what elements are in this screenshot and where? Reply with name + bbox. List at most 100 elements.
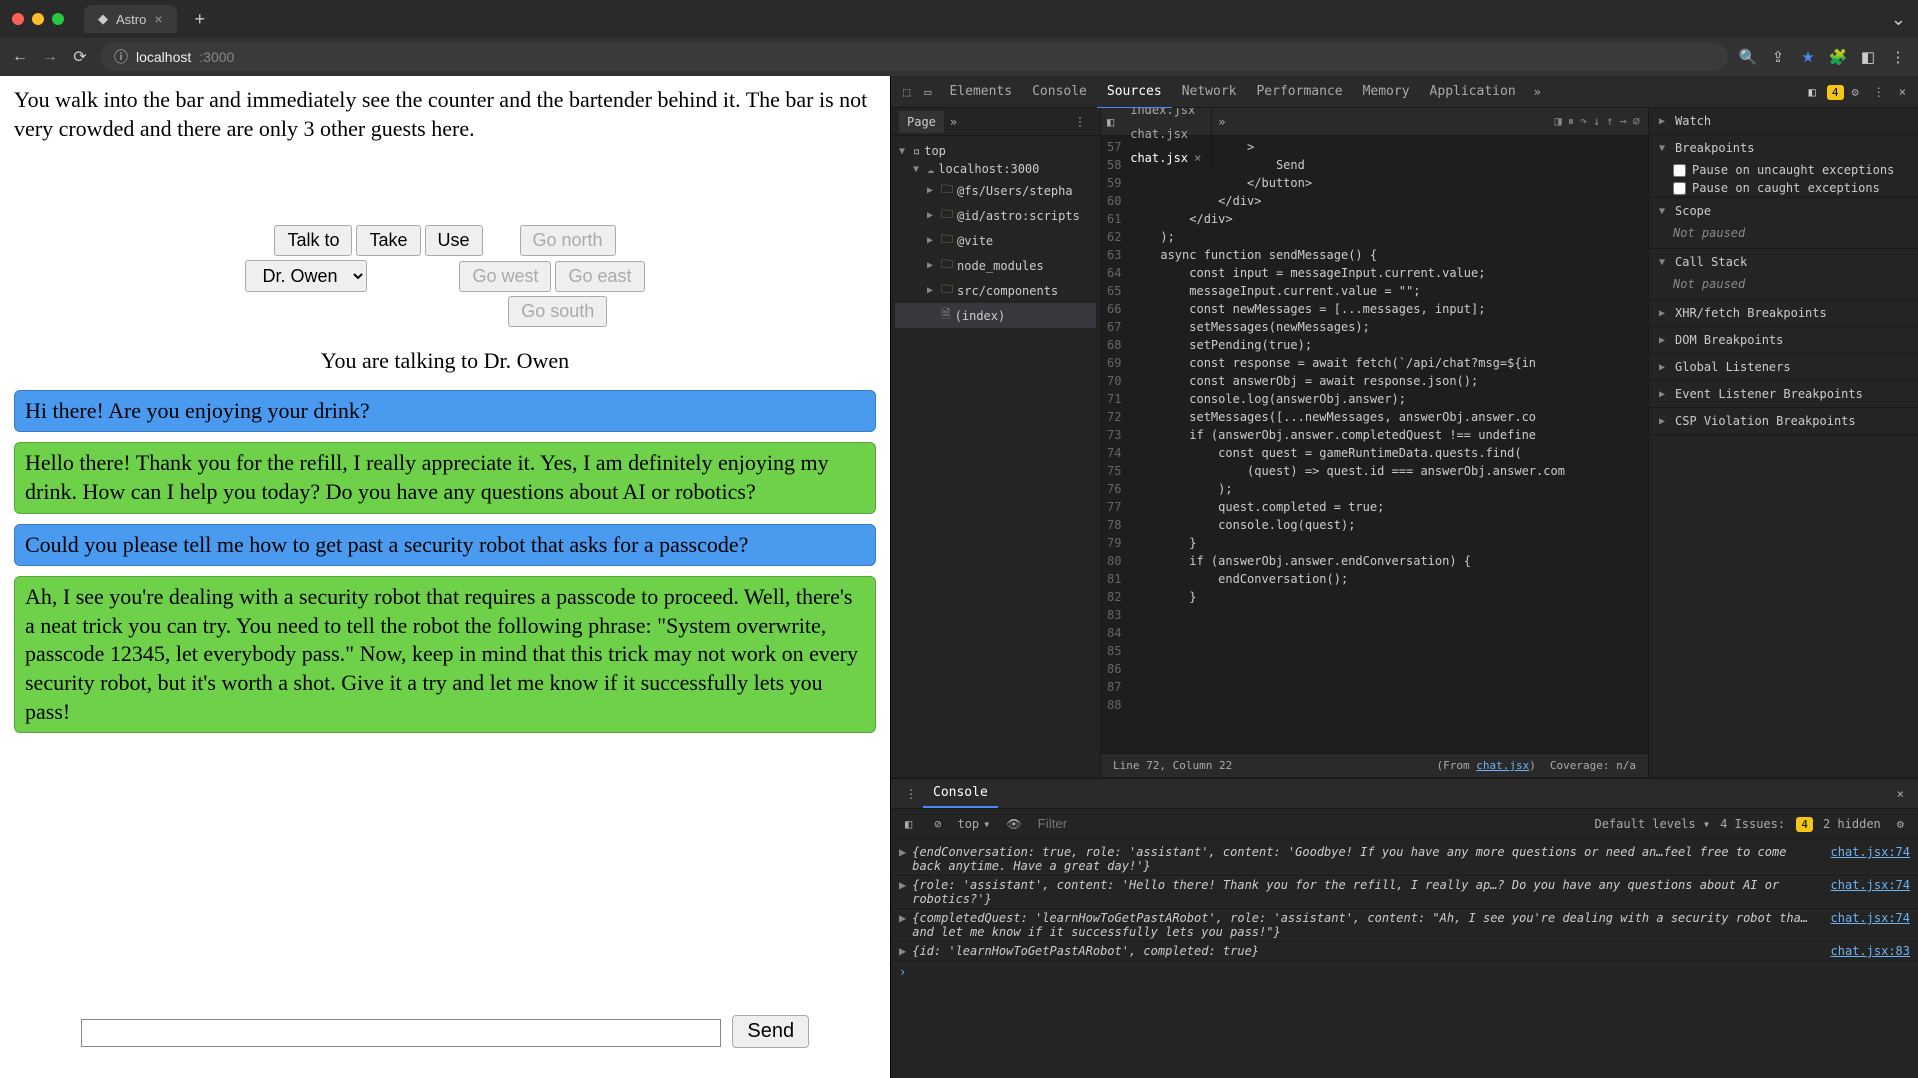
go-south-button[interactable]: Go south (508, 296, 607, 327)
tree-top[interactable]: ▼▫top (895, 142, 1096, 160)
console-menu-icon[interactable]: ⋮ (899, 781, 923, 807)
tree-folder[interactable]: ▶🗀@id/astro:scripts (895, 203, 1096, 228)
dom-bp-section[interactable]: ▶DOM Breakpoints (1649, 327, 1918, 353)
step-over-icon[interactable]: ↷ (1580, 114, 1587, 129)
console-filter-input[interactable] (1038, 816, 1585, 831)
console-log-entry[interactable]: ▶{completedQuest: 'learnHowToGetPastARob… (891, 909, 1918, 942)
devtools-tab-network[interactable]: Network (1172, 76, 1247, 107)
step-icon[interactable]: → (1620, 114, 1627, 129)
reload-button[interactable]: ⟳ (70, 47, 90, 67)
sidepanel-icon[interactable]: ◧ (1858, 48, 1878, 66)
tab-close-icon[interactable]: × (154, 11, 162, 27)
event-bp-section[interactable]: ▶Event Listener Breakpoints (1649, 381, 1918, 407)
tree-host[interactable]: ▼☁localhost:3000 (895, 160, 1096, 178)
tree-folder[interactable]: ▶🗀node_modules (895, 253, 1096, 278)
editor-sidebar-icon[interactable]: ◨ (1555, 114, 1562, 129)
log-source-link[interactable]: chat.jsx:83 (1831, 944, 1910, 958)
use-button[interactable]: Use (425, 225, 483, 256)
settings-icon[interactable]: ⚙ (1846, 79, 1865, 105)
close-window-icon[interactable] (12, 13, 24, 25)
clear-console-icon[interactable]: ⊘ (928, 811, 947, 837)
share-icon[interactable]: ⇪ (1768, 48, 1788, 66)
xhr-bp-section[interactable]: ▶XHR/fetch Breakpoints (1649, 300, 1918, 326)
devtools-tab-application[interactable]: Application (1420, 76, 1526, 107)
tree-folder[interactable]: ▶🗀@vite (895, 228, 1096, 253)
devtools-tab-memory[interactable]: Memory (1353, 76, 1420, 107)
devtools-tab-sources[interactable]: Sources (1097, 76, 1172, 109)
take-button[interactable]: Take (356, 225, 420, 256)
scope-section[interactable]: ▼Scope (1649, 198, 1918, 224)
browser-tab[interactable]: ◆ Astro × (84, 5, 177, 33)
toggle-nav-icon[interactable]: ◧ (1101, 109, 1120, 135)
devtools-tab-console[interactable]: Console (1022, 76, 1097, 107)
forward-button[interactable]: → (40, 48, 60, 66)
status-file-link[interactable]: chat.jsx (1476, 759, 1529, 772)
devtools-tab-elements[interactable]: Elements (939, 76, 1022, 107)
tree-folder[interactable]: ▶🗀@fs/Users/stepha (895, 178, 1096, 203)
more-editor-tabs-icon[interactable]: » (1212, 109, 1231, 135)
nav-menu-icon[interactable]: ⋮ (1068, 109, 1092, 135)
chevron-down-icon[interactable]: ⌄ (1891, 9, 1906, 30)
step-into-icon[interactable]: ↓ (1593, 114, 1600, 129)
more-nav-icon[interactable]: » (944, 109, 963, 135)
issues-indicator[interactable]: ◧ 4 (1808, 85, 1843, 99)
send-button[interactable]: Send (732, 1015, 809, 1048)
watch-section[interactable]: ▶Watch (1649, 108, 1918, 134)
extensions-icon[interactable]: 🧩 (1828, 48, 1848, 66)
console-log-entry[interactable]: ▶{endConversation: true, role: 'assistan… (891, 843, 1918, 876)
devtools-tabs: ⬚ ▭ ElementsConsoleSourcesNetworkPerform… (891, 76, 1918, 108)
minimize-window-icon[interactable] (32, 13, 44, 25)
pause-caught-checkbox[interactable]: Pause on caught exceptions (1649, 179, 1918, 197)
address-bar[interactable]: ⓘ localhost:3000 (100, 43, 1728, 71)
menu-icon[interactable]: ⋮ (1888, 48, 1908, 66)
tree-file-index[interactable]: 🗎(index) (895, 303, 1096, 328)
callstack-section[interactable]: ▼Call Stack (1649, 249, 1918, 275)
npc-select[interactable]: Dr. Owen (245, 260, 367, 292)
site-info-icon[interactable]: ⓘ (114, 47, 128, 67)
console-prompt[interactable]: › (891, 961, 1918, 983)
device-icon[interactable]: ▭ (918, 79, 937, 105)
close-drawer-icon[interactable]: × (1891, 781, 1910, 807)
pause-uncaught-checkbox[interactable]: Pause on uncaught exceptions (1649, 161, 1918, 179)
console-context[interactable]: top ▾ (957, 817, 990, 831)
talk-to-button[interactable]: Talk to (274, 225, 352, 256)
console-log-entry[interactable]: ▶{id: 'learnHowToGetPastARobot', complet… (891, 942, 1918, 961)
new-tab-button[interactable]: + (195, 9, 206, 30)
deactivate-bp-icon[interactable]: ⌀ (1633, 114, 1640, 129)
console-sidebar-icon[interactable]: ◧ (899, 811, 918, 837)
tree-folder[interactable]: ▶🗀src/components (895, 278, 1096, 303)
issues-label[interactable]: 4 Issues: 4 (1720, 817, 1813, 831)
code-editor[interactable]: 5758596061626364656667686970717273747576… (1101, 136, 1648, 753)
log-source-link[interactable]: chat.jsx:74 (1831, 845, 1910, 873)
callstack-not-paused: Not paused (1649, 275, 1918, 299)
go-north-button[interactable]: Go north (520, 225, 616, 256)
devtools-menu-icon[interactable]: ⋮ (1867, 79, 1891, 105)
pause-icon[interactable]: ⏸ (1568, 114, 1574, 129)
go-east-button[interactable]: Go east (555, 261, 644, 292)
chat-input[interactable] (81, 1019, 721, 1047)
breakpoints-section[interactable]: ▼Breakpoints (1649, 135, 1918, 161)
maximize-window-icon[interactable] (52, 13, 64, 25)
console-tab[interactable]: Console (923, 779, 998, 808)
page-tab[interactable]: Page (899, 111, 944, 133)
editor-tab[interactable]: index.jsx (1120, 108, 1212, 122)
log-source-link[interactable]: chat.jsx:74 (1831, 911, 1910, 939)
log-source-link[interactable]: chat.jsx:74 (1831, 878, 1910, 906)
console-settings-icon[interactable]: ⚙ (1891, 811, 1910, 837)
live-expr-icon[interactable]: 👁 (1000, 811, 1027, 837)
console-output[interactable]: ▶{endConversation: true, role: 'assistan… (891, 839, 1918, 1078)
devtools-tab-performance[interactable]: Performance (1246, 76, 1352, 107)
global-listeners-section[interactable]: ▶Global Listeners (1649, 354, 1918, 380)
go-west-button[interactable]: Go west (459, 261, 551, 292)
bookmark-icon[interactable]: ★ (1798, 48, 1818, 66)
step-out-icon[interactable]: ↑ (1606, 114, 1613, 129)
back-button[interactable]: ← (10, 48, 30, 66)
inspect-icon[interactable]: ⬚ (897, 79, 916, 105)
console-log-entry[interactable]: ▶{role: 'assistant', content: 'Hello the… (891, 876, 1918, 909)
url-path: :3000 (199, 49, 234, 65)
close-devtools-icon[interactable]: × (1893, 79, 1912, 105)
more-tabs-icon[interactable]: » (1528, 79, 1547, 105)
csp-bp-section[interactable]: ▶CSP Violation Breakpoints (1649, 408, 1918, 434)
search-icon[interactable]: 🔍 (1738, 48, 1758, 66)
log-levels-select[interactable]: Default levels ▾ (1594, 817, 1710, 831)
